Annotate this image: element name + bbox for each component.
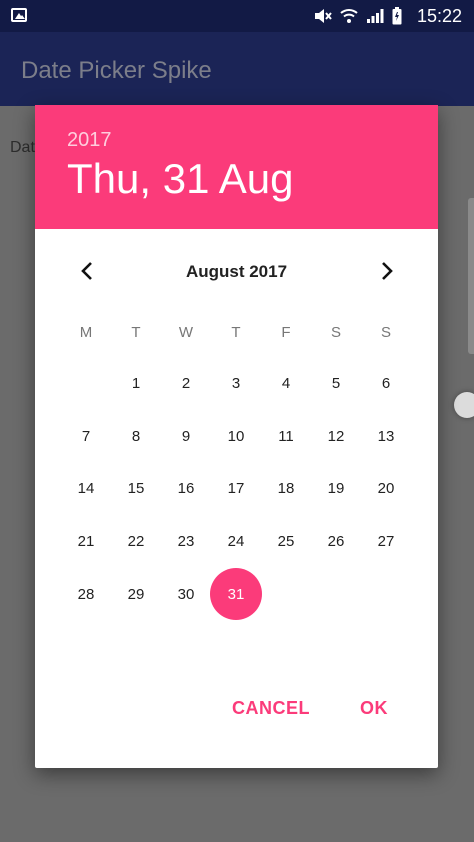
day-cell-selected[interactable]: 31	[210, 568, 262, 621]
day-cell[interactable]: 28	[61, 568, 111, 621]
day-cell[interactable]: 26	[311, 515, 361, 568]
chevron-right-icon	[382, 262, 393, 280]
day-cell[interactable]: 2	[161, 357, 211, 410]
calendar-grid: 1 2 3 4 5 6 7 8 9 10 11 12 13 14 15 16 1…	[61, 357, 411, 621]
wifi-icon	[340, 9, 358, 23]
image-icon	[11, 8, 27, 22]
day-cell-empty	[61, 357, 111, 410]
ok-button[interactable]: OK	[360, 698, 388, 719]
background-label: Dat	[10, 139, 35, 156]
day-cell[interactable]: 3	[211, 357, 261, 410]
day-cell[interactable]: 11	[261, 410, 311, 463]
status-time: 15:22	[416, 6, 462, 26]
app-title: Date Picker Spike	[21, 57, 212, 84]
day-cell[interactable]: 20	[361, 462, 411, 515]
day-cell[interactable]: 14	[61, 462, 111, 515]
day-cell[interactable]: 27	[361, 515, 411, 568]
day-cell[interactable]: 8	[111, 410, 161, 463]
selected-day-number: 31	[227, 585, 245, 603]
cancel-button[interactable]: CANCEL	[232, 698, 310, 719]
status-icons	[314, 7, 402, 25]
day-cell[interactable]: 24	[211, 515, 261, 568]
day-cell[interactable]: 7	[61, 410, 111, 463]
day-cell[interactable]: 6	[361, 357, 411, 410]
weekday-label: W	[178, 324, 194, 341]
day-cell[interactable]: 19	[311, 462, 361, 515]
weekday-label: F	[281, 324, 291, 341]
day-cell[interactable]: 4	[261, 357, 311, 410]
day-cell[interactable]: 12	[311, 410, 361, 463]
weekday-header: M T W T F S S	[61, 324, 411, 341]
day-cell[interactable]: 30	[161, 568, 211, 621]
day-cell[interactable]: 25	[261, 515, 311, 568]
selected-date-label[interactable]: Thu, 31 Aug	[67, 155, 294, 203]
status-bar: 15:22	[0, 0, 474, 32]
next-month-button[interactable]	[375, 259, 399, 283]
year-label[interactable]: 2017	[67, 129, 112, 152]
day-cell[interactable]: 23	[161, 515, 211, 568]
day-cell[interactable]: 29	[111, 568, 161, 621]
battery-icon	[392, 7, 402, 25]
day-cell[interactable]: 10	[211, 410, 261, 463]
day-cell[interactable]: 15	[111, 462, 161, 515]
day-cell[interactable]: 5	[311, 357, 361, 410]
background-switch-thumb	[454, 392, 474, 418]
weekday-label: T	[231, 324, 241, 341]
background-card-edge	[468, 198, 474, 354]
day-cell[interactable]: 22	[111, 515, 161, 568]
dialog-header: 2017 Thu, 31 Aug	[35, 105, 438, 229]
weekday-label: T	[131, 324, 141, 341]
day-cell[interactable]: 21	[61, 515, 111, 568]
day-cell[interactable]: 9	[161, 410, 211, 463]
day-cell[interactable]: 18	[261, 462, 311, 515]
weekday-label: S	[380, 324, 391, 341]
day-cell[interactable]: 16	[161, 462, 211, 515]
weekday-label: M	[79, 324, 93, 341]
weekday-label: S	[330, 324, 341, 341]
mute-icon	[315, 9, 332, 23]
day-cell[interactable]: 1	[111, 357, 161, 410]
date-picker-dialog: 2017 Thu, 31 Aug August 2017 M T W T F S…	[35, 105, 438, 768]
signal-icon	[367, 9, 384, 23]
day-cell[interactable]: 13	[361, 410, 411, 463]
day-cell[interactable]: 17	[211, 462, 261, 515]
